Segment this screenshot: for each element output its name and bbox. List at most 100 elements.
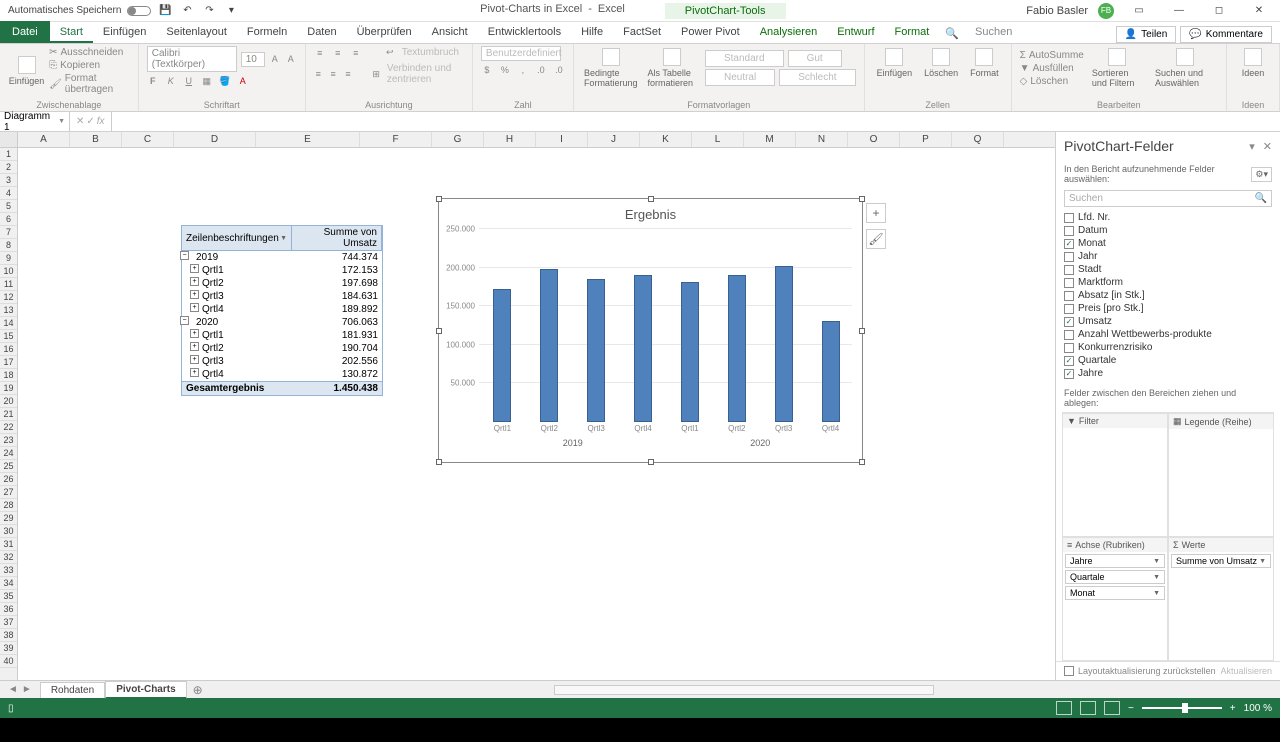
expand-icon[interactable]: + bbox=[190, 355, 199, 364]
expand-icon[interactable]: + bbox=[190, 264, 199, 273]
sort-filter-button[interactable]: Sortieren und Filtern bbox=[1088, 46, 1147, 90]
bold-icon[interactable]: F bbox=[147, 75, 159, 87]
row-header[interactable]: 23 bbox=[0, 434, 17, 447]
row-header[interactable]: 32 bbox=[0, 551, 17, 564]
field-item[interactable]: ✓Jahre bbox=[1064, 367, 1272, 380]
cells-area[interactable]: Zeilenbeschriftungen▼ Summe von Umsatz −… bbox=[18, 148, 1055, 680]
tab-factset[interactable]: FactSet bbox=[613, 23, 671, 43]
area-legend[interactable]: ▦Legende (Reihe) bbox=[1168, 413, 1274, 537]
cells-format-button[interactable]: Format bbox=[966, 46, 1003, 80]
zoom-slider[interactable] bbox=[1142, 707, 1222, 709]
ribbon-display-icon[interactable]: ▭ bbox=[1124, 3, 1154, 19]
row-header[interactable]: 40 bbox=[0, 655, 17, 668]
field-item[interactable]: Absatz [in Stk.] bbox=[1064, 289, 1272, 302]
tab-format[interactable]: Format bbox=[885, 23, 940, 43]
row-header[interactable]: 9 bbox=[0, 252, 17, 265]
checkbox[interactable]: ✓ bbox=[1064, 239, 1074, 249]
row-header[interactable]: 25 bbox=[0, 460, 17, 473]
normal-view-icon[interactable] bbox=[1056, 701, 1072, 715]
chart-bar[interactable] bbox=[587, 279, 605, 422]
italic-icon[interactable]: K bbox=[165, 75, 177, 87]
cells-delete-button[interactable]: Löschen bbox=[920, 46, 962, 80]
undo-icon[interactable]: ↶ bbox=[179, 3, 195, 19]
column-header[interactable]: D bbox=[174, 132, 256, 147]
defer-layout-checkbox[interactable]: Layoutaktualisierung zurückstellen bbox=[1064, 666, 1216, 676]
column-header[interactable]: G bbox=[432, 132, 484, 147]
column-header[interactable]: P bbox=[900, 132, 952, 147]
pivot-row[interactable]: +Qrtl3184.631 bbox=[181, 290, 383, 303]
collapse-icon[interactable]: − bbox=[180, 316, 189, 325]
row-header[interactable]: 12 bbox=[0, 291, 17, 304]
underline-icon[interactable]: U bbox=[183, 75, 195, 87]
row-header[interactable]: 27 bbox=[0, 486, 17, 499]
chart-handle[interactable] bbox=[648, 459, 654, 465]
area-field-item[interactable]: Monat▼ bbox=[1065, 586, 1165, 600]
cancel-formula-icon[interactable]: ✕ bbox=[76, 116, 84, 127]
tab-ansicht[interactable]: Ansicht bbox=[422, 23, 478, 43]
ideas-button[interactable]: Ideen bbox=[1235, 46, 1271, 80]
tab-seitenlayout[interactable]: Seitenlayout bbox=[156, 23, 237, 43]
tab-entwurf[interactable]: Entwurf bbox=[827, 23, 884, 43]
expand-icon[interactable]: + bbox=[190, 277, 199, 286]
chart-title[interactable]: Ergebnis bbox=[439, 199, 862, 226]
share-button[interactable]: 👤Teilen bbox=[1116, 26, 1177, 43]
align-bottom-icon[interactable]: ≡ bbox=[350, 47, 362, 59]
copy-button[interactable]: ⎘Kopieren bbox=[49, 59, 130, 72]
qat-customize-icon[interactable]: ▾ bbox=[223, 3, 239, 19]
row-header[interactable]: 21 bbox=[0, 408, 17, 421]
maximize-icon[interactable]: ◻ bbox=[1204, 3, 1234, 19]
font-size-select[interactable]: 10 bbox=[241, 52, 265, 67]
column-header[interactable]: B bbox=[70, 132, 122, 147]
align-top-icon[interactable]: ≡ bbox=[314, 47, 326, 59]
column-header[interactable]: E bbox=[256, 132, 360, 147]
chart-bar[interactable] bbox=[822, 321, 840, 422]
expand-icon[interactable]: + bbox=[190, 329, 199, 338]
collapse-icon[interactable]: − bbox=[180, 251, 189, 260]
column-header[interactable]: H bbox=[484, 132, 536, 147]
row-header[interactable]: 13 bbox=[0, 304, 17, 317]
add-sheet-button[interactable]: ⊕ bbox=[187, 683, 209, 697]
field-item[interactable]: Jahr bbox=[1064, 250, 1272, 263]
tab-hilfe[interactable]: Hilfe bbox=[571, 23, 613, 43]
row-header[interactable]: 6 bbox=[0, 213, 17, 226]
dec-decimal-icon[interactable]: .0 bbox=[553, 64, 565, 76]
pivot-row[interactable]: +Qrtl1181.931 bbox=[181, 329, 383, 342]
checkbox[interactable]: ✓ bbox=[1064, 369, 1074, 379]
row-header[interactable]: 28 bbox=[0, 499, 17, 512]
chart-handle[interactable] bbox=[436, 196, 442, 202]
row-header[interactable]: 19 bbox=[0, 382, 17, 395]
checkbox[interactable] bbox=[1064, 252, 1074, 262]
pivot-row[interactable]: +Qrtl2197.698 bbox=[181, 277, 383, 290]
row-header[interactable]: 34 bbox=[0, 577, 17, 590]
search-label[interactable]: Suchen bbox=[965, 23, 1022, 43]
autosum-button[interactable]: ΣAutoSumme bbox=[1020, 49, 1084, 62]
field-item[interactable]: Datum bbox=[1064, 224, 1272, 237]
checkbox[interactable] bbox=[1064, 265, 1074, 275]
tab-einfuegen[interactable]: Einfügen bbox=[93, 23, 156, 43]
tab-entwicklertools[interactable]: Entwicklertools bbox=[478, 23, 571, 43]
row-header[interactable]: 5 bbox=[0, 200, 17, 213]
pivot-row[interactable]: −2020706.063 bbox=[181, 316, 383, 329]
checkbox[interactable]: ✓ bbox=[1064, 317, 1074, 327]
row-header[interactable]: 22 bbox=[0, 421, 17, 434]
row-header[interactable]: 10 bbox=[0, 265, 17, 278]
field-search-input[interactable]: Suchen 🔍 bbox=[1064, 190, 1272, 207]
number-format-select[interactable]: Benutzerdefiniert bbox=[481, 46, 561, 61]
paste-button[interactable]: Einfügen bbox=[8, 54, 45, 88]
expand-icon[interactable]: + bbox=[190, 368, 199, 377]
user-name[interactable]: Fabio Basler bbox=[1026, 5, 1088, 17]
formula-input[interactable] bbox=[112, 112, 1280, 131]
chart-handle[interactable] bbox=[859, 459, 865, 465]
wrap-icon[interactable]: ↩ bbox=[384, 47, 396, 59]
sheet-nav-next-icon[interactable]: ► bbox=[22, 684, 32, 695]
comments-button[interactable]: 💬Kommentare bbox=[1180, 26, 1272, 43]
font-color-icon[interactable]: A bbox=[237, 75, 249, 87]
record-macro-icon[interactable]: ▯ bbox=[8, 703, 14, 714]
row-header[interactable]: 11 bbox=[0, 278, 17, 291]
column-header[interactable]: O bbox=[848, 132, 900, 147]
row-header[interactable]: 37 bbox=[0, 616, 17, 629]
font-name-select[interactable]: Calibri (Textkörper) bbox=[147, 46, 237, 72]
row-header[interactable]: 2 bbox=[0, 161, 17, 174]
chart-handle[interactable] bbox=[436, 459, 442, 465]
row-header[interactable]: 20 bbox=[0, 395, 17, 408]
